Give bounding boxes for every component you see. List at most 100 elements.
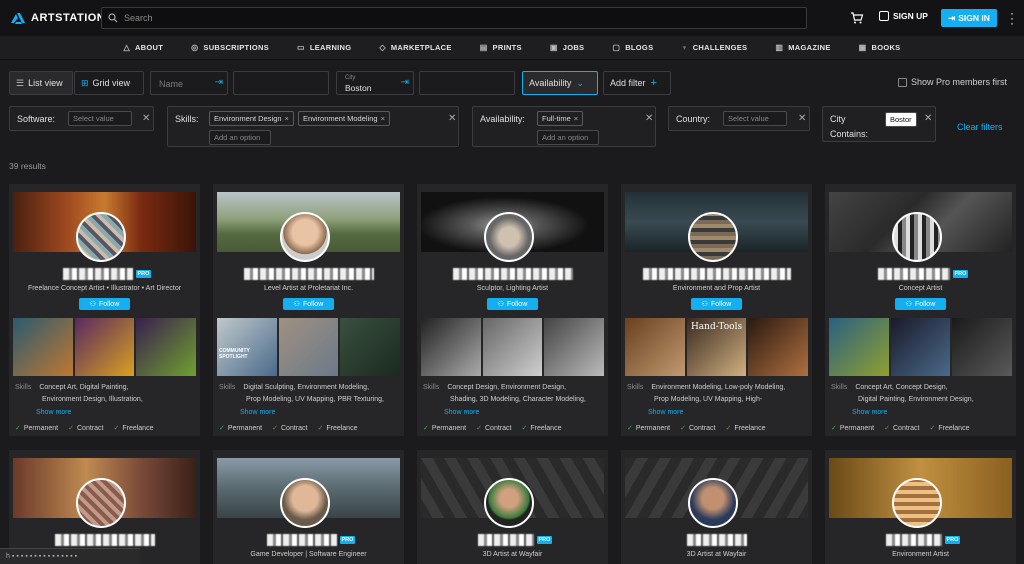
avatar[interactable] (484, 212, 534, 262)
artwork-thumbnail[interactable] (74, 318, 135, 376)
avatar[interactable] (892, 478, 942, 528)
country-select[interactable]: Select value (723, 111, 787, 126)
search-input[interactable] (124, 13, 724, 23)
nav-item-blogs[interactable]: ▢ BLOGS (612, 43, 653, 52)
artstation-logo[interactable]: ARTSTATION (10, 11, 110, 25)
artist-name-blurred[interactable] (452, 268, 573, 280)
sign-up-button[interactable]: SIGN UP (879, 11, 928, 21)
more-menu-icon[interactable]: · · · (1010, 7, 1014, 29)
artist-card[interactable]: Environment and Prop Artist ⚇ Follow Hand… (621, 184, 812, 436)
name-field[interactable]: Name ⇥ (150, 71, 228, 95)
artist-card[interactable]: PRO Concept Artist ⚇ Follow Skills Concept… (825, 184, 1016, 436)
artist-name-blurred[interactable] (266, 534, 337, 546)
artist-card[interactable]: PRO Environment Artist (825, 450, 1016, 564)
nav-item-books[interactable]: ▦ BOOKS (859, 43, 901, 52)
avatar[interactable] (76, 478, 126, 528)
artwork-thumbnail[interactable] (625, 318, 685, 376)
nav-item-magazine[interactable]: ▥ MAGAZINE (775, 43, 830, 52)
chip-remove-icon[interactable]: × (285, 114, 289, 123)
artwork-thumbnail[interactable] (748, 318, 809, 376)
artist-name-blurred[interactable] (642, 268, 791, 280)
avatar[interactable] (892, 212, 942, 262)
chip-remove-icon[interactable]: × (381, 114, 385, 123)
grid-view-button[interactable]: ⊞ Grid view (74, 71, 144, 95)
artist-card[interactable]: strator (9, 450, 200, 564)
close-icon[interactable]: ✕ (924, 113, 932, 124)
avatar[interactable] (76, 212, 126, 262)
search-box[interactable] (101, 7, 807, 29)
artwork-thumbnail[interactable] (136, 318, 197, 376)
skill-chip[interactable]: Environment Design × (209, 111, 294, 126)
artwork-thumbnail[interactable] (829, 318, 889, 376)
artist-card[interactable]: PRO Freelance Concept Artist • Illustrat… (9, 184, 200, 436)
artwork-thumbnail[interactable] (13, 318, 73, 376)
availability-add-option[interactable]: Add an option (537, 130, 599, 145)
avatar[interactable] (688, 212, 738, 262)
name-toggle-icon[interactable]: ⇥ (215, 77, 223, 88)
artist-name-blurred[interactable] (243, 268, 374, 280)
city-toggle-icon[interactable]: ⇥ (401, 77, 409, 88)
skill-chip[interactable]: Environment Modeling × (297, 111, 390, 126)
close-icon[interactable]: ✕ (448, 113, 456, 124)
show-more-link[interactable]: Show more (36, 409, 71, 416)
artwork-thumbnail[interactable] (340, 318, 401, 376)
nav-item-challenges[interactable]: ♆ CHALLENGES (681, 43, 747, 52)
artist-card[interactable]: PRO 3D Artist at Wayfair (417, 450, 608, 564)
artwork-thumbnail[interactable] (952, 318, 1013, 376)
empty-filter-field-1[interactable] (233, 71, 329, 95)
availability-chip[interactable]: Full-time × (537, 111, 584, 126)
artwork-thumbnail[interactable] (421, 318, 481, 376)
show-pro-checkbox[interactable] (898, 77, 907, 87)
chip-remove-icon[interactable]: × (574, 114, 578, 123)
avatar[interactable] (280, 212, 330, 262)
show-more-link[interactable]: Show more (444, 409, 479, 416)
skills-add-option[interactable]: Add an option (209, 130, 271, 145)
follow-button[interactable]: ⚇ Follow (895, 298, 946, 310)
show-pro-toggle[interactable]: Show Pro members first (898, 77, 1007, 87)
software-select[interactable]: Select value (68, 111, 132, 126)
nav-item-subscriptions[interactable]: ◎ SUBSCRIPTIONS (191, 43, 269, 52)
availability-dropdown[interactable]: Availability ⌄ (522, 71, 598, 95)
clear-filters-link[interactable]: Clear filters (957, 122, 1003, 132)
close-icon[interactable]: ✕ (798, 113, 806, 124)
artist-name-blurred[interactable] (885, 534, 942, 546)
artwork-thumbnail[interactable]: COMMUNITY SPOTLIGHT (217, 318, 277, 376)
follow-button[interactable]: ⚇ Follow (79, 298, 130, 310)
show-more-link[interactable]: Show more (240, 409, 275, 416)
nav-item-marketplace[interactable]: ◇ MARKETPLACE (379, 43, 451, 52)
artist-name-blurred[interactable] (477, 534, 534, 546)
artwork-thumbnail[interactable] (482, 318, 543, 376)
avatar[interactable] (280, 478, 330, 528)
artist-card[interactable]: Level Artist at Proletariat Inc. ⚇ Follow… (213, 184, 404, 436)
artist-name-blurred[interactable] (686, 534, 747, 546)
sign-in-button[interactable]: ⇥ SIGN IN (941, 9, 997, 27)
artwork-thumbnail[interactable] (544, 318, 605, 376)
nav-item-jobs[interactable]: ▣ JOBS (550, 43, 584, 52)
nav-item-prints[interactable]: ▤ PRINTS (480, 43, 522, 52)
list-view-button[interactable]: ☰ List view (9, 71, 73, 95)
artwork-thumbnail[interactable] (890, 318, 951, 376)
follow-button[interactable]: ⚇ Follow (691, 298, 742, 310)
artist-name-blurred[interactable] (62, 268, 133, 280)
follow-button[interactable]: ⚇ Follow (487, 298, 538, 310)
close-icon[interactable]: ✕ (142, 113, 150, 124)
add-filter-button[interactable]: Add filter + (603, 71, 671, 95)
artwork-thumbnail[interactable]: Hand-Tools (686, 318, 747, 376)
empty-filter-field-2[interactable] (419, 71, 515, 95)
follow-button[interactable]: ⚇ Follow (283, 298, 334, 310)
avatar[interactable] (688, 478, 738, 528)
artist-card[interactable]: Sculptor, Lighting Artist ⚇ Follow Skills… (417, 184, 608, 436)
show-more-link[interactable]: Show more (852, 409, 887, 416)
show-more-link[interactable]: Show more (648, 409, 683, 416)
avatar[interactable] (484, 478, 534, 528)
nav-item-about[interactable]: △ ABOUT (124, 43, 164, 52)
artist-name-blurred[interactable] (877, 268, 950, 280)
cart-icon[interactable] (850, 11, 864, 25)
artist-card[interactable]: 3D Artist at Wayfair (621, 450, 812, 564)
city-field[interactable]: City Boston ⇥ (336, 71, 414, 95)
city-contains-input[interactable]: Bostor (885, 112, 917, 127)
artist-card[interactable]: PRO Game Developer | Software Engineer (213, 450, 404, 564)
nav-item-learning[interactable]: ▭ LEARNING (297, 43, 351, 52)
artwork-thumbnail[interactable] (278, 318, 339, 376)
close-icon[interactable]: ✕ (645, 113, 653, 124)
